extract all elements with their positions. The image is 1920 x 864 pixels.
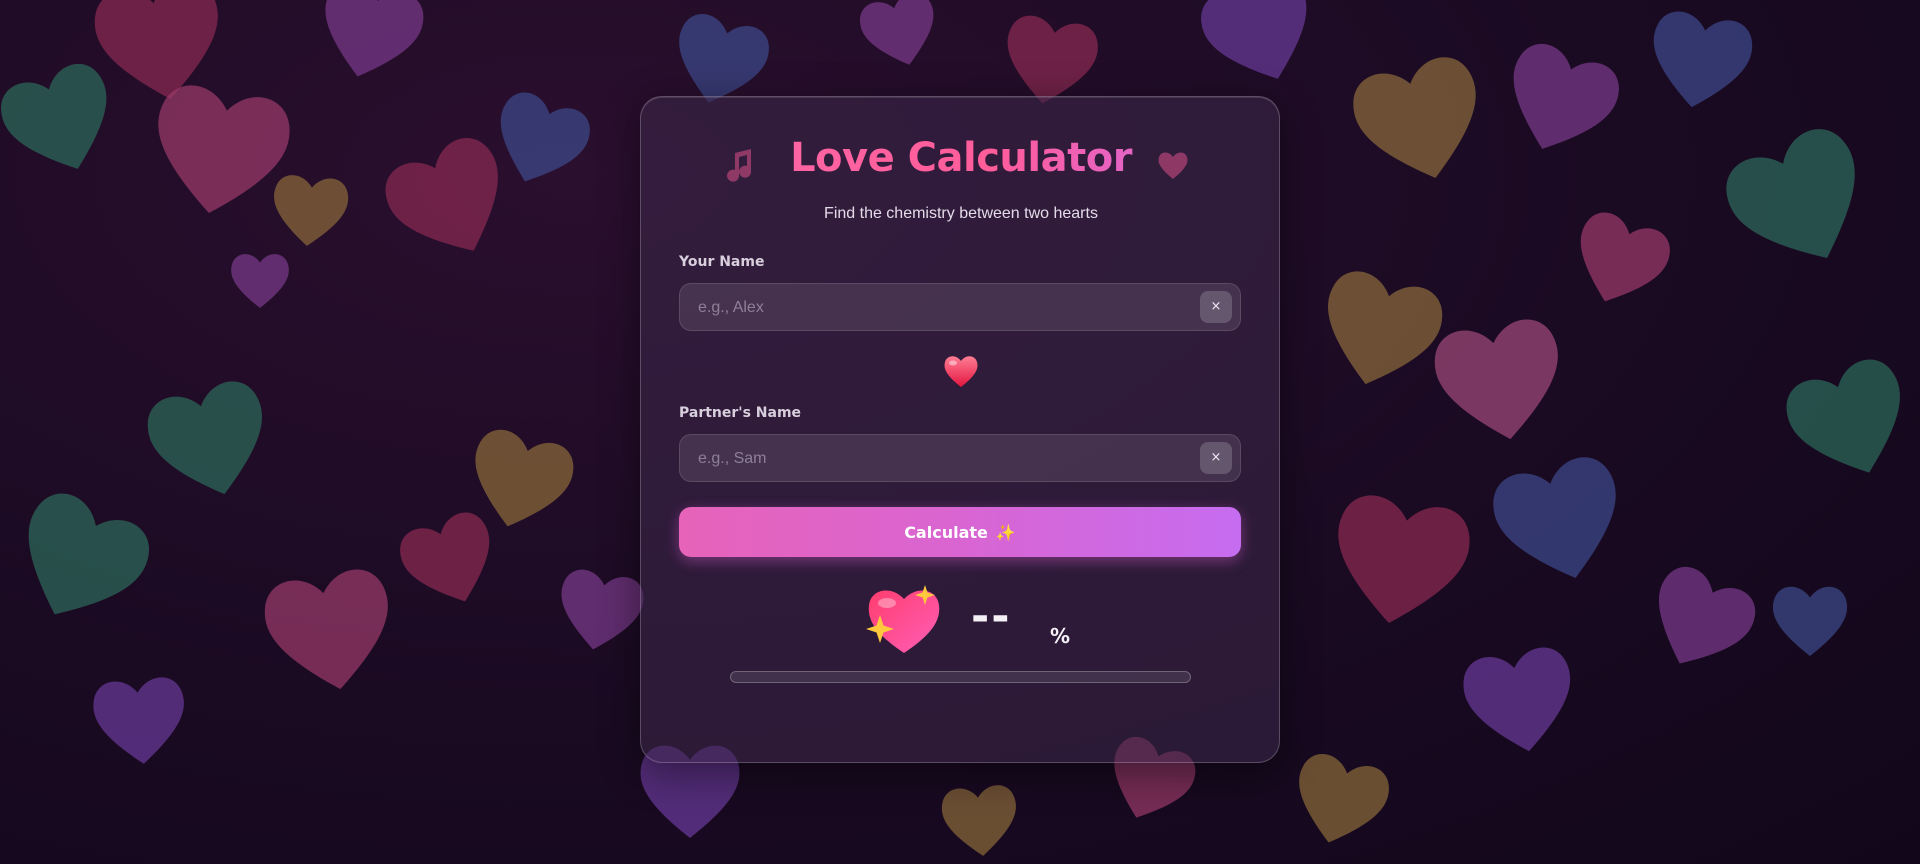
background-heart-shape — [28, 493, 149, 615]
page-subtitle: Find the chemistry between two hearts — [824, 205, 1098, 222]
background-heart-shape — [561, 569, 644, 650]
background-heart-shape — [1353, 57, 1476, 178]
partner-name-label: Partner's Name — [679, 405, 802, 421]
background-heart-shape — [385, 138, 498, 251]
your-name-field: × — [679, 283, 1241, 332]
sparkles-icon: ✨ — [995, 522, 1016, 542]
background-heart-shape — [325, 0, 424, 77]
partner-name-input[interactable] — [696, 435, 1200, 483]
clear-partner-name-button[interactable]: × — [1200, 442, 1232, 474]
background-heart-shape — [147, 381, 262, 495]
result-unit: % — [1050, 624, 1071, 648]
calculate-button[interactable]: Calculate ✨ — [679, 507, 1241, 557]
background-heart-shape — [274, 175, 349, 246]
calculate-button-label: Calculate — [904, 522, 988, 542]
background-heart-shape — [1580, 212, 1670, 302]
background-heart-shape — [1, 63, 107, 169]
result-progress-bar — [730, 671, 1191, 683]
background-heart-shape — [1726, 129, 1855, 259]
result-percentage: -- — [971, 591, 1012, 642]
background-heart-shape — [400, 512, 490, 602]
background-heart-shape — [1201, 0, 1307, 79]
calculator-card: Love Calculator Find the chemistry betwe… — [640, 96, 1280, 763]
background-heart-shape — [1328, 271, 1443, 385]
background-heart-shape — [1299, 753, 1389, 843]
your-name-label: Your Name — [679, 254, 765, 270]
clear-your-name-button[interactable]: × — [1200, 291, 1232, 323]
background-heart-shape — [1493, 457, 1616, 578]
background-heart-shape — [231, 254, 289, 308]
your-name-input[interactable] — [696, 284, 1200, 332]
page-title: Love Calculator — [641, 135, 1281, 181]
background-heart-shape — [859, 0, 934, 65]
background-heart-shape — [1338, 495, 1470, 624]
heart-icon — [944, 356, 978, 387]
background-heart-shape — [1658, 566, 1756, 664]
background-heart-shape — [500, 92, 590, 182]
sparkling-heart-icon — [866, 585, 940, 653]
background-heart-shape — [1434, 319, 1558, 440]
background-heart-shape — [1463, 647, 1571, 752]
background-heart-shape — [1786, 359, 1900, 473]
background-heart-shape — [1653, 11, 1753, 108]
background-heart-shape — [941, 785, 1016, 856]
background-heart-shape — [158, 85, 290, 214]
background-heart-shape — [1772, 586, 1848, 656]
partner-name-field: × — [679, 434, 1241, 483]
background-heart-shape — [1513, 43, 1619, 149]
background-heart-shape — [264, 569, 388, 690]
background-heart-shape — [93, 677, 184, 764]
